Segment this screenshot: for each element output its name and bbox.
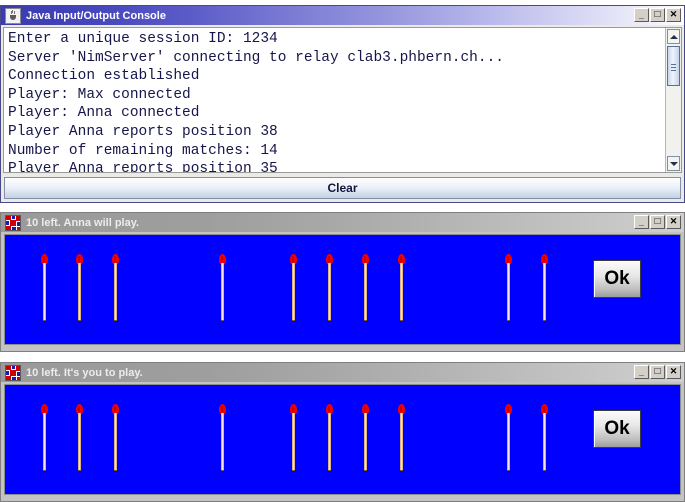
nim-pixel-icon (5, 364, 21, 381)
matchstick[interactable] (76, 254, 83, 321)
matchstick-body (221, 263, 224, 321)
maximize-button[interactable]: □ (650, 215, 665, 229)
matchstick-body (400, 413, 403, 471)
close-button[interactable]: ✕ (666, 215, 681, 229)
minimize-button[interactable]: _ (634, 365, 649, 379)
matchstick-body (400, 263, 403, 321)
matchstick[interactable] (41, 404, 48, 471)
maximize-icon: □ (654, 366, 661, 377)
console-line: Connection established (8, 68, 200, 85)
close-button[interactable]: ✕ (666, 8, 681, 22)
matchstick-body (292, 413, 295, 471)
nim-pixel-icon (5, 214, 21, 231)
matchstick[interactable] (326, 254, 333, 321)
console-line: Player: Max connected (8, 86, 191, 103)
console-line: Enter a unique session ID: 1234 (8, 31, 278, 47)
java-cup-icon (5, 7, 21, 24)
matchstick-body (43, 413, 46, 471)
console-line: Player Anna reports position 38 (8, 123, 278, 140)
matchstick[interactable] (290, 404, 297, 471)
console-line: Player: Anna connected (8, 105, 200, 122)
matchstick[interactable] (290, 254, 297, 321)
minimize-icon: _ (638, 367, 644, 377)
matchstick[interactable] (112, 254, 119, 321)
minimize-icon: _ (638, 217, 644, 227)
matchstick-body (328, 413, 331, 471)
maximize-button[interactable]: □ (650, 365, 665, 379)
matchstick-body (507, 263, 510, 321)
console-line: Player Anna reports position 35 (8, 161, 278, 172)
nim-game-window-2: 10 left. It's you to play. _ □ ✕ Ok (0, 362, 685, 502)
ok-button[interactable]: Ok (593, 260, 641, 298)
matchstick[interactable] (398, 254, 405, 321)
maximize-icon: □ (654, 216, 661, 227)
scroll-down-arrow-icon[interactable] (667, 156, 680, 171)
matchstick[interactable] (112, 404, 119, 471)
minimize-button[interactable]: _ (634, 215, 649, 229)
console-text-content[interactable]: Enter a unique session ID: 1234 Server 'N… (4, 28, 665, 172)
clear-button[interactable]: Clear (4, 177, 681, 199)
close-icon: ✕ (669, 216, 678, 226)
nim-title-2: 10 left. It's you to play. (26, 366, 143, 379)
console-line: Number of remaining matches: 14 (8, 142, 278, 159)
ok-button[interactable]: Ok (593, 410, 641, 448)
matchstick[interactable] (219, 254, 226, 321)
nim-window-buttons-1: _ □ ✕ (634, 215, 681, 229)
close-icon: ✕ (669, 9, 678, 19)
matchstick[interactable] (219, 404, 226, 471)
matchstick[interactable] (541, 254, 548, 321)
nim-game-canvas-2[interactable]: Ok (4, 384, 681, 495)
matchstick[interactable] (41, 254, 48, 321)
maximize-icon: □ (654, 9, 661, 20)
scrollbar-thumb[interactable] (667, 46, 680, 86)
console-vertical-scrollbar[interactable] (665, 28, 681, 172)
console-title: Java Input/Output Console (26, 9, 166, 22)
close-button[interactable]: ✕ (666, 365, 681, 379)
nim-titlebar-1[interactable]: 10 left. Anna will play. _ □ ✕ (1, 213, 684, 232)
matchstick-body (364, 413, 367, 471)
console-titlebar[interactable]: Java Input/Output Console _ □ ✕ (1, 6, 684, 25)
minimize-button[interactable]: _ (634, 8, 649, 22)
matchstick-body (507, 413, 510, 471)
matchstick-body (114, 413, 117, 471)
nim-window-buttons-2: _ □ ✕ (634, 365, 681, 379)
matchstick[interactable] (541, 404, 548, 471)
matchstick[interactable] (398, 404, 405, 471)
matchstick[interactable] (505, 254, 512, 321)
nim-title-1: 10 left. Anna will play. (26, 216, 140, 229)
matchstick-body (328, 263, 331, 321)
matchstick[interactable] (76, 404, 83, 471)
matchstick-body (543, 413, 546, 471)
close-icon: ✕ (669, 366, 678, 376)
matchstick-body (78, 413, 81, 471)
matchstick[interactable] (362, 254, 369, 321)
matchstick-body (292, 263, 295, 321)
matchstick[interactable] (362, 404, 369, 471)
matchstick[interactable] (326, 404, 333, 471)
minimize-icon: _ (638, 10, 644, 20)
matchstick[interactable] (505, 404, 512, 471)
nim-game-window-1: 10 left. Anna will play. _ □ ✕ Ok (0, 212, 685, 352)
nim-titlebar-2[interactable]: 10 left. It's you to play. _ □ ✕ (1, 363, 684, 382)
console-output-area: Enter a unique session ID: 1234 Server 'N… (3, 27, 682, 173)
java-console-window: Java Input/Output Console _ □ ✕ Enter a … (0, 5, 685, 203)
matchstick-body (114, 263, 117, 321)
console-line: Server 'NimServer' connecting to relay c… (8, 49, 504, 66)
matchstick-body (543, 263, 546, 321)
console-window-buttons: _ □ ✕ (634, 8, 681, 22)
scroll-up-arrow-icon[interactable] (667, 29, 680, 44)
matchstick-body (364, 263, 367, 321)
matchstick-body (43, 263, 46, 321)
matchstick-body (78, 263, 81, 321)
matchstick-body (221, 413, 224, 471)
nim-game-canvas-1[interactable]: Ok (4, 234, 681, 345)
maximize-button[interactable]: □ (650, 8, 665, 22)
